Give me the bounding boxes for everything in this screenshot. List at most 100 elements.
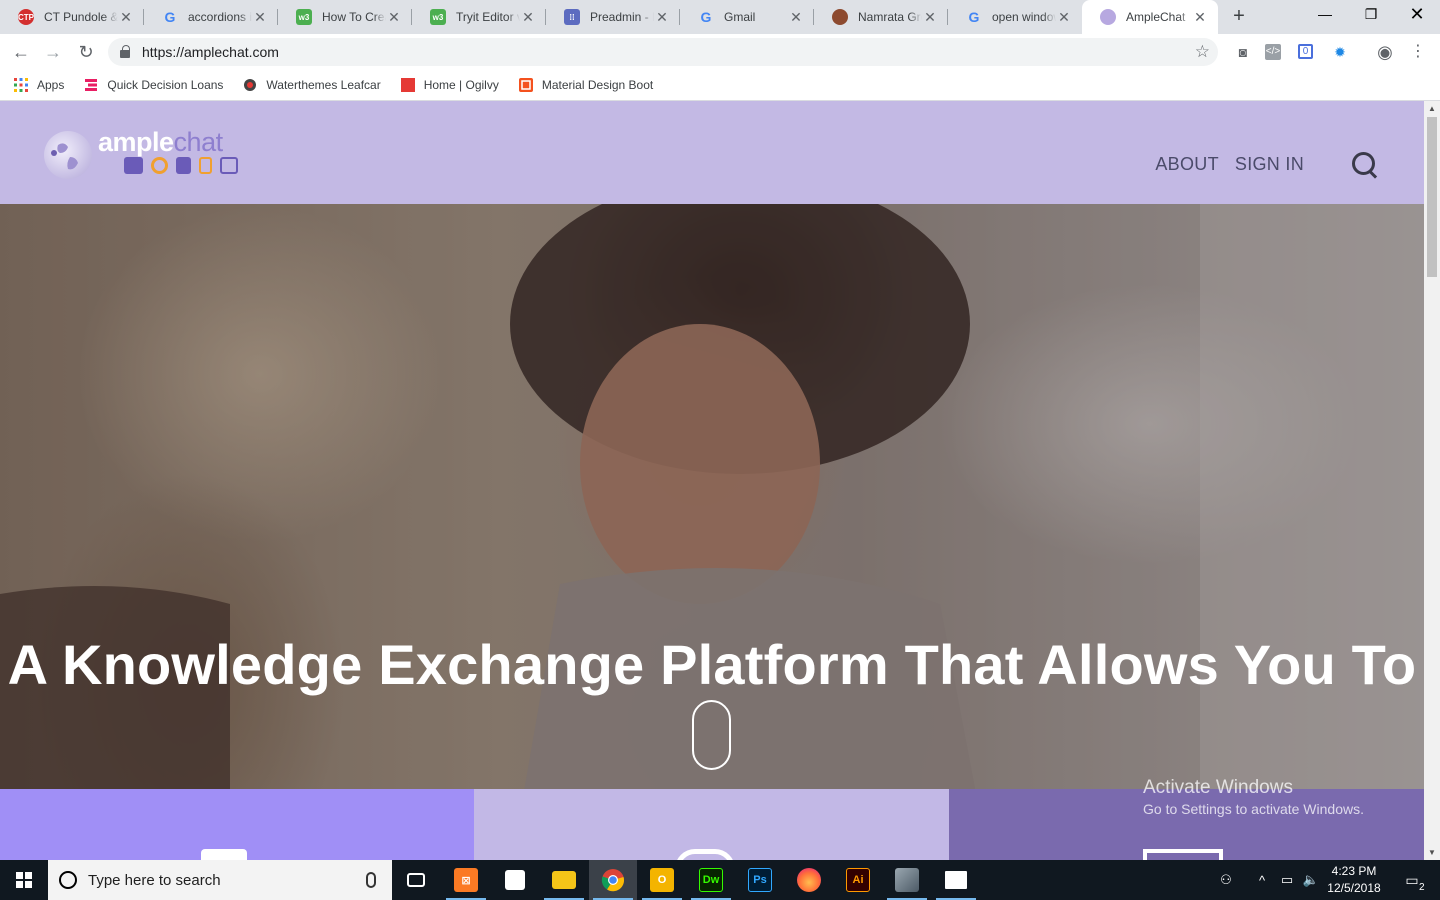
chrome-icon — [601, 869, 625, 892]
save-disk-icon — [176, 157, 191, 174]
bookmark-label: Apps — [37, 78, 65, 92]
camera-extension-icon[interactable]: ◙ — [1233, 42, 1253, 62]
bookmark-quick-decision-loans[interactable]: Quick Decision Loans — [84, 78, 223, 92]
close-tab-icon[interactable]: ✕ — [1056, 9, 1072, 26]
store-bag-icon — [505, 870, 525, 890]
taskbar-illustrator[interactable]: Ai — [834, 860, 882, 900]
close-tab-icon[interactable]: ✕ — [788, 9, 804, 26]
browser-tab[interactable]: ⁞⁞ Preadmin - Bootstrap ✕ — [546, 0, 680, 34]
browser-tab[interactable]: w3 How To Create ✕ — [278, 0, 412, 34]
tab-title: How To Create — [322, 10, 386, 24]
taskbar-firefox[interactable] — [785, 860, 833, 900]
taskbar-search-box[interactable]: Type here to search — [48, 860, 392, 900]
browser-tab[interactable]: Namrata Group ✕ — [814, 0, 948, 34]
bookmark-label: Waterthemes Leafcar — [266, 78, 381, 92]
browser-tab[interactable]: CTP CT Pundole & Sons ✕ — [0, 0, 144, 34]
page-scrollbar[interactable]: ▲ ▼ — [1424, 101, 1440, 860]
close-tab-icon[interactable]: ✕ — [654, 9, 670, 26]
browser-tab-strip: CTP CT Pundole & Sons ✕ G accordions in … — [0, 0, 1440, 34]
close-tab-icon[interactable]: ✕ — [520, 9, 536, 26]
apps-grid-icon — [14, 78, 28, 92]
url-text[interactable]: https://amplechat.com — [142, 44, 279, 60]
bookmark-apps[interactable]: Apps — [14, 78, 64, 92]
folder-icon — [552, 871, 576, 889]
menu-kebab-icon[interactable]: ⋮ — [1408, 42, 1428, 62]
tab-title: Namrata Group — [858, 10, 922, 24]
browser-tab[interactable]: G open window in new tab ✕ — [948, 0, 1082, 34]
scroll-down-arrow-icon[interactable]: ▼ — [1424, 848, 1440, 857]
taskbar-outlook[interactable]: O — [638, 860, 686, 900]
close-window-button[interactable]: ✕ — [1394, 0, 1440, 30]
address-bar[interactable]: https://amplechat.com ☆ — [108, 38, 1218, 66]
bookmark-material-design[interactable]: Material Design Boot — [518, 78, 653, 92]
taskbar-dreamweaver[interactable]: Dw — [687, 860, 735, 900]
taskbar-store[interactable] — [491, 860, 539, 900]
volume-icon[interactable]: 🔈 — [1300, 860, 1322, 900]
close-tab-icon[interactable]: ✕ — [386, 9, 402, 26]
back-button[interactable]: ← — [9, 40, 33, 64]
feature-panel[interactable] — [0, 789, 474, 860]
scroll-down-mouse-icon[interactable] — [692, 700, 731, 770]
brain-extension-icon[interactable]: ✹ — [1330, 42, 1350, 62]
show-hidden-icons-chevron-icon[interactable]: ^ — [1252, 860, 1272, 900]
close-tab-icon[interactable]: ✕ — [118, 9, 134, 26]
new-tab-button[interactable]: + — [1228, 5, 1250, 27]
qdl-icon — [85, 79, 98, 91]
close-tab-icon[interactable]: ✕ — [922, 9, 938, 26]
notification-count: 2 — [1419, 881, 1425, 893]
close-tab-icon[interactable]: ✕ — [1192, 9, 1208, 26]
reload-button[interactable]: ↻ — [74, 40, 98, 64]
lock-icon[interactable] — [120, 45, 130, 58]
bookmark-waterthemes[interactable]: Waterthemes Leafcar — [243, 78, 381, 92]
tab-title: Tryit Editor v3.6 — [456, 10, 520, 24]
browser-toolbar: ← → ↻ https://amplechat.com ☆ ◙ </> 0 ✹ … — [0, 34, 1440, 70]
close-tab-icon[interactable]: ✕ — [252, 9, 268, 26]
browser-tab-active[interactable]: AmpleChat ✕ — [1082, 0, 1218, 34]
tab-title: AmpleChat — [1126, 10, 1186, 24]
browser-tab[interactable]: w3 Tryit Editor v3.6 ✕ — [412, 0, 546, 34]
w3-favicon: w3 — [296, 9, 312, 25]
feature-icon — [201, 849, 247, 860]
nav-about-link[interactable]: ABOUT — [1155, 154, 1219, 175]
bookmark-star-icon[interactable]: ☆ — [1195, 42, 1210, 62]
chat-windows-icon — [220, 157, 238, 174]
bookmark-label: Home | Ogilvy — [423, 78, 499, 92]
microphone-icon[interactable] — [366, 872, 376, 888]
taskbar-file-explorer[interactable] — [540, 860, 588, 900]
restore-button[interactable]: ❐ — [1348, 0, 1394, 30]
feature-panel[interactable] — [474, 789, 949, 860]
action-center-icon[interactable]: ▭ 2 — [1394, 860, 1430, 900]
taskbar-xampp[interactable]: ⊠ — [442, 860, 490, 900]
code-extension-icon[interactable]: </> — [1265, 44, 1281, 60]
search-icon[interactable] — [1350, 149, 1380, 179]
profile-avatar-icon[interactable]: ◉ — [1375, 42, 1395, 62]
minimize-button[interactable]: — — [1302, 0, 1348, 30]
taskbar-network-app[interactable] — [883, 860, 931, 900]
tab-title: accordions in bootstrap — [188, 10, 252, 24]
play-circle-icon — [151, 157, 168, 174]
amplechat-logo[interactable]: amplechat — [44, 127, 264, 183]
scroll-up-arrow-icon[interactable]: ▲ — [1424, 104, 1440, 113]
taskbar-chrome[interactable] — [589, 860, 637, 900]
people-icon[interactable]: ⚇ — [1214, 860, 1238, 900]
logo-ample: ample — [98, 127, 174, 157]
taskbar-photos[interactable] — [932, 860, 980, 900]
start-button[interactable] — [0, 860, 48, 900]
task-view-button[interactable] — [392, 860, 440, 900]
forward-button[interactable]: → — [41, 40, 65, 64]
browser-tab[interactable]: G accordions in bootstrap ✕ — [144, 0, 278, 34]
system-clock[interactable]: 4:23 PM 12/5/2018 — [1322, 863, 1386, 897]
browser-tab[interactable]: G Gmail ✕ — [680, 0, 814, 34]
grid-favicon: ⁞⁞ — [564, 9, 580, 25]
taskbar-photoshop[interactable]: Ps — [736, 860, 784, 900]
nav-signin-link[interactable]: SIGN IN — [1235, 154, 1304, 175]
watermark-title: Activate Windows — [1143, 777, 1293, 798]
globe-icon — [44, 131, 92, 179]
scrollbar-thumb[interactable] — [1427, 117, 1437, 277]
bookmarks-bar: Apps Quick Decision Loans Waterthemes Le… — [0, 70, 1440, 101]
network-computers-icon — [895, 868, 919, 892]
taskbar-search-placeholder: Type here to search — [88, 871, 221, 889]
bookmark-ogilvy[interactable]: Home | Ogilvy — [400, 78, 499, 92]
network-icon[interactable]: ▭ — [1276, 860, 1298, 900]
screen-extension-icon[interactable]: 0 — [1298, 44, 1313, 59]
